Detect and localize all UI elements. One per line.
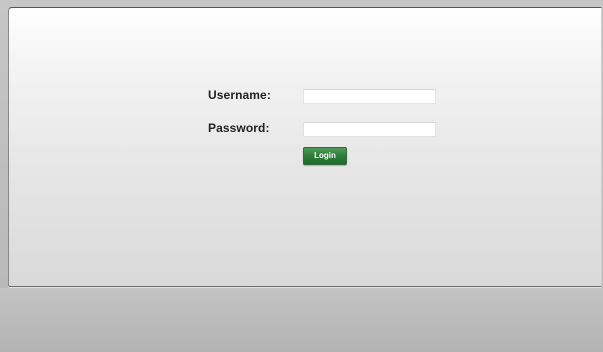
- password-label: Password:: [208, 121, 270, 135]
- password-input[interactable]: [303, 122, 436, 137]
- username-label: Username:: [208, 88, 271, 102]
- login-button[interactable]: Login: [303, 147, 347, 165]
- username-input[interactable]: [303, 89, 436, 104]
- footer-area: [0, 288, 603, 352]
